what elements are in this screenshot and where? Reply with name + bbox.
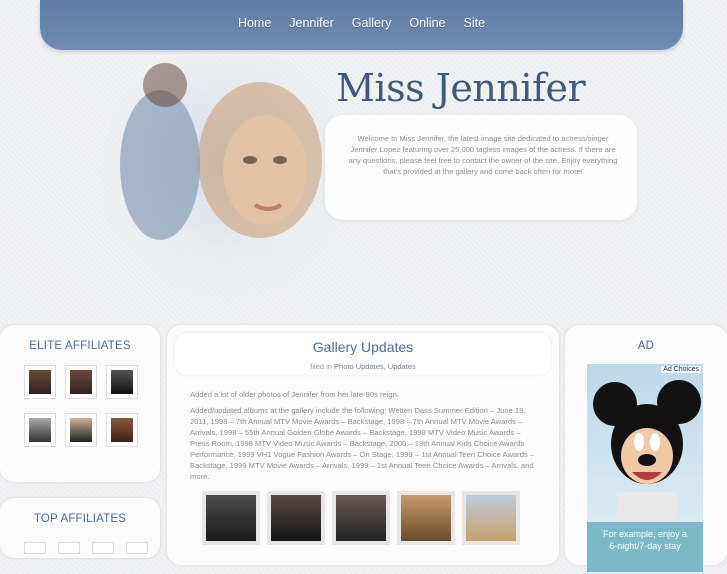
post-body: Added a lot of older photos of Jennifer … [190, 389, 538, 487]
welcome-box: Welcome to Miss Jennifer, the latest ima… [325, 115, 637, 220]
ad-title: AD [637, 340, 655, 352]
nav-links: Home Jennifer Gallery Online Site [40, 16, 683, 30]
elite-affiliates-title: ELITE AFFILIATES [29, 340, 131, 352]
nav-site[interactable]: Site [455, 16, 495, 30]
gallery-thumbnail[interactable] [332, 491, 390, 545]
ad-text: For example, enjoy a 6-night/7-day stay [587, 522, 703, 572]
ad-text-line: For example, enjoy a [602, 529, 688, 539]
post-meta: filed in Photo Updates, Updates [175, 362, 551, 371]
welcome-text: Welcome to Miss Jennifer, the latest ima… [348, 134, 618, 176]
nav-online[interactable]: Online [400, 16, 454, 30]
post-header: Gallery Updates filed in Photo Updates, … [175, 333, 551, 375]
header-photo-collage [100, 55, 335, 305]
affiliate-button[interactable] [65, 413, 97, 447]
post-panel: Gallery Updates filed in Photo Updates, … [167, 325, 559, 565]
gallery-thumbnail[interactable] [462, 491, 520, 545]
elite-affiliates-panel: ELITE AFFILIATES [0, 325, 160, 482]
top-affiliates-row [24, 542, 148, 554]
nav-gallery[interactable]: Gallery [343, 16, 401, 30]
post-categories[interactable]: Photo Updates, Updates [334, 362, 416, 371]
affiliate-button[interactable] [65, 365, 97, 399]
gallery-thumbnail[interactable] [397, 491, 455, 545]
affiliate-button[interactable] [24, 365, 56, 399]
ad-panel: AD Ad Choices For example, enjoy a 6-nig… [565, 325, 727, 574]
ad-text-line: 6-night/7-day stay [609, 541, 681, 551]
filed-in-label: filed in [310, 362, 332, 371]
affiliate-button[interactable] [58, 542, 80, 554]
nav-jennifer[interactable]: Jennifer [280, 16, 342, 30]
mickey-mouse-image [593, 380, 701, 524]
affiliate-button[interactable] [106, 365, 138, 399]
post-paragraph: Added/updated albums at the gallery incl… [190, 406, 535, 481]
nav-home[interactable]: Home [229, 16, 280, 30]
affiliate-button[interactable] [92, 542, 114, 554]
ad-banner[interactable]: Ad Choices For example, enjoy a 6-night/… [587, 364, 703, 574]
affiliate-button[interactable] [106, 413, 138, 447]
elite-affiliates-grid [24, 365, 138, 447]
affiliate-button[interactable] [24, 413, 56, 447]
gallery-thumbnails [202, 491, 520, 545]
gallery-thumbnail[interactable] [202, 491, 260, 545]
ad-choices-link[interactable]: Ad Choices [661, 366, 701, 373]
top-affiliates-title: TOP AFFILIATES [33, 513, 127, 525]
gallery-thumbnail[interactable] [267, 491, 325, 545]
top-affiliates-panel: TOP AFFILIATES [0, 498, 160, 558]
affiliate-button[interactable] [126, 542, 148, 554]
post-title[interactable]: Gallery Updates [175, 339, 551, 355]
post-paragraph: Added a lot of older photos of Jennifer … [190, 390, 399, 399]
affiliate-button[interactable] [24, 542, 46, 554]
site-title: Miss Jennifer [336, 66, 586, 110]
top-navbar: Home Jennifer Gallery Online Site [40, 0, 683, 50]
